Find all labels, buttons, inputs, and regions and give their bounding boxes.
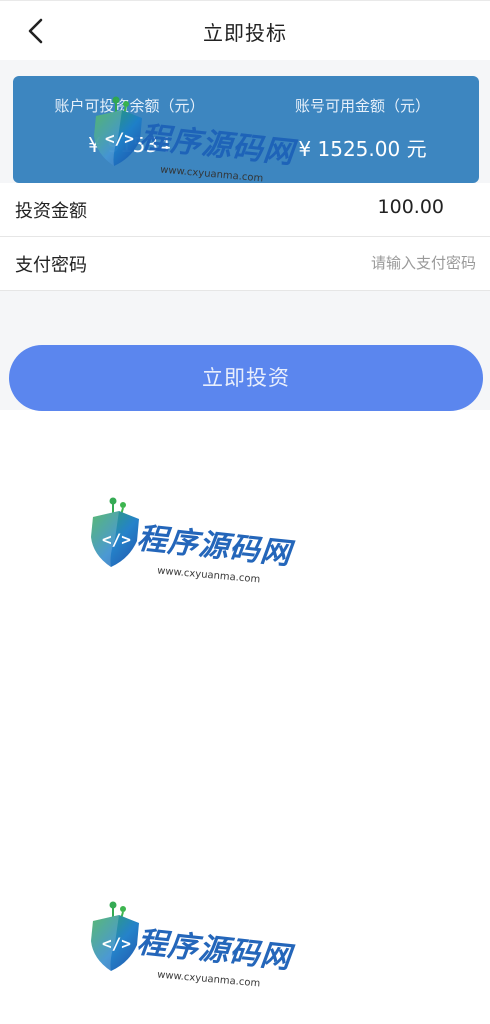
payment-password-input[interactable] bbox=[276, 247, 476, 279]
svg-text:</>: </> bbox=[105, 129, 134, 148]
investment-amount-label: 投资金额 bbox=[15, 201, 87, 222]
payment-password-row: 支付密码 bbox=[0, 237, 490, 291]
watermark: </> 程序源码网 www.cxyuanma.com bbox=[85, 493, 300, 593]
svg-text:</>: </> bbox=[102, 934, 131, 953]
svg-text:</>: </> bbox=[102, 530, 131, 549]
watermark: </> 程序源码网 www.cxyuanma.com bbox=[85, 897, 300, 997]
investment-amount-value: 100.00 bbox=[377, 196, 444, 218]
nav-bar: 立即投标 bbox=[0, 0, 490, 60]
page-title: 立即投标 bbox=[203, 21, 287, 45]
invest-now-button[interactable]: 立即投资 bbox=[9, 345, 483, 411]
payment-password-label: 支付密码 bbox=[15, 255, 87, 276]
watermark: </> 程序源码网 www.cxyuanma.com bbox=[88, 92, 303, 192]
